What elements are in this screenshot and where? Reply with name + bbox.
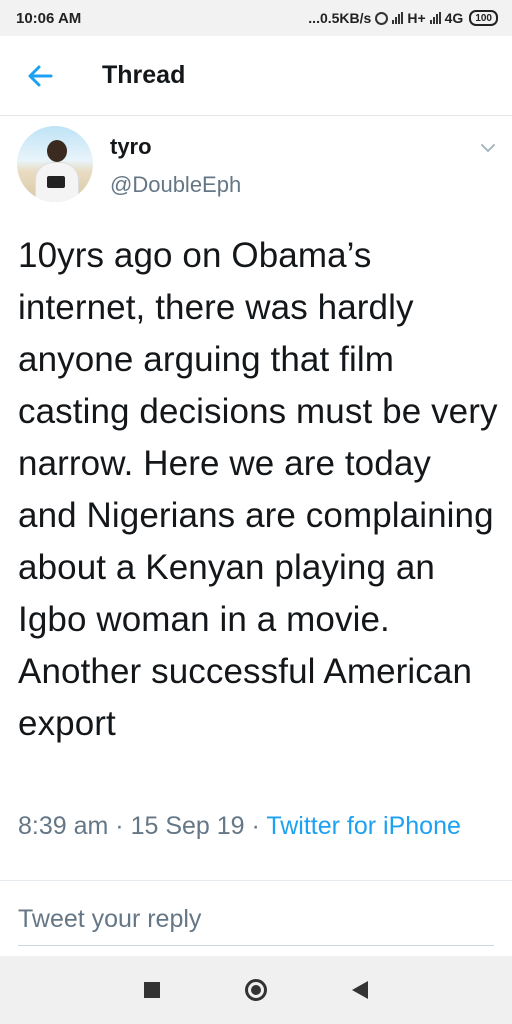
net-speed: ...0.5KB/s xyxy=(308,10,372,26)
square-icon xyxy=(144,982,160,998)
arrow-left-icon xyxy=(28,65,53,86)
avatar[interactable] xyxy=(17,126,93,202)
user-name[interactable]: tyro xyxy=(110,134,152,160)
meta-separator: · xyxy=(115,812,124,840)
alarm-icon xyxy=(375,11,389,25)
divider xyxy=(0,880,512,881)
recents-button[interactable] xyxy=(100,956,204,1024)
battery-icon: 100 xyxy=(469,10,498,26)
thread-header: Thread xyxy=(0,36,512,116)
system-nav-bar xyxy=(0,956,512,1024)
meta-separator: · xyxy=(251,812,260,840)
chevron-down-icon xyxy=(481,144,495,152)
triangle-back-icon xyxy=(352,981,368,999)
circle-icon xyxy=(245,979,267,1001)
battery-level: 100 xyxy=(475,12,492,24)
status-bar: 10:06 AM ...0.5KB/s H+ 4G 100 xyxy=(0,0,512,36)
signal-icon-2 xyxy=(429,12,441,24)
system-back-button[interactable] xyxy=(308,956,412,1024)
network-type-h: H+ xyxy=(407,10,426,26)
user-handle[interactable]: @DoubleEph xyxy=(110,172,241,198)
reply-input[interactable]: Tweet your reply xyxy=(18,896,494,946)
signal-icon xyxy=(392,12,404,24)
avatar-shirt-print xyxy=(47,176,65,188)
status-time: 10:06 AM xyxy=(16,9,82,27)
tweet-source-link[interactable]: Twitter for iPhone xyxy=(266,812,461,840)
tweet-time: 8:39 am xyxy=(18,812,109,840)
tweet-meta: 8:39 am · 15 Sep 19 · Twitter for iPhone xyxy=(18,808,488,844)
home-button[interactable] xyxy=(204,956,308,1024)
avatar-head xyxy=(47,140,67,162)
page-title: Thread xyxy=(102,61,186,89)
network-type-4g: 4G xyxy=(444,10,464,26)
status-indicators: ...0.5KB/s H+ 4G 100 xyxy=(308,10,498,26)
tweet-options-button[interactable] xyxy=(474,136,502,160)
back-button[interactable] xyxy=(0,36,80,116)
tweet-text: 10yrs ago on Obama’s internet, there was… xyxy=(18,236,498,743)
tweet-date: 15 Sep 19 xyxy=(130,812,245,840)
